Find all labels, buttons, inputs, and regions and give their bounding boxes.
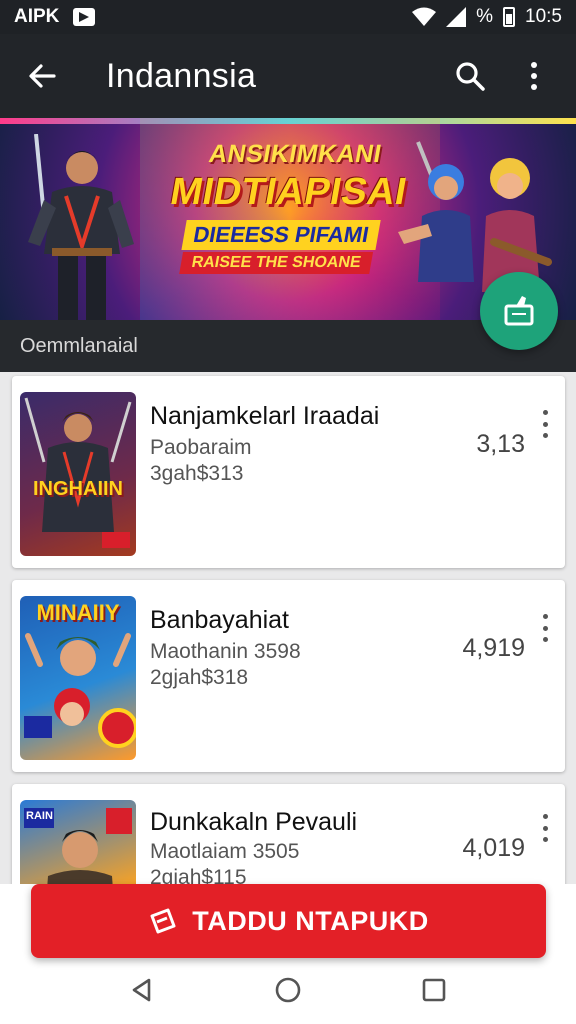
- thumbnail-art: [24, 397, 132, 548]
- banner-line-1: ANSIKIMKANI: [206, 140, 384, 168]
- banner-line-3: DIEEESS PIFAMI: [180, 220, 382, 250]
- more-dot-icon: [542, 825, 548, 831]
- more-dot-icon: [542, 837, 548, 842]
- game-score: 4,019: [462, 834, 525, 862]
- list-item[interactable]: RAIN Dunkakaln Pevauli Maotlaiam 3505 2g…: [12, 784, 565, 884]
- more-options-button[interactable]: [510, 52, 558, 100]
- banner-line-2: MIDTIAPISAI: [167, 171, 411, 213]
- search-icon: [456, 62, 485, 91]
- cta-label: TADDU NTAPUKD: [192, 905, 429, 936]
- list-item[interactable]: INGHAIIN Nanjamkelarl Iraadai Paobaraim …: [12, 376, 565, 568]
- app-bar: Indannsia: [0, 34, 576, 118]
- page-title: Indannsia: [106, 56, 257, 95]
- warrior-hero-illustration: [28, 134, 134, 320]
- game-title: Nanjamkelarl Iraadai: [150, 402, 380, 430]
- carrier-label: AIPK: [14, 6, 60, 27]
- search-button[interactable]: [446, 52, 494, 100]
- banner-caption: Oemmlanaial: [20, 334, 138, 357]
- primary-cta-button[interactable]: TADDU NTAPUKD: [31, 884, 546, 958]
- game-thumbnail: MINAIIY: [20, 596, 136, 760]
- more-dot-icon: [542, 614, 548, 619]
- item-more-button[interactable]: [537, 814, 553, 842]
- ticket-icon: [150, 908, 176, 934]
- game-list: INGHAIIN Nanjamkelarl Iraadai Paobaraim …: [0, 372, 576, 884]
- like-fab-button[interactable]: [480, 272, 558, 350]
- status-bar: AIPK % 10:5: [0, 0, 576, 34]
- game-subtitle: Maotlaiam 3505: [150, 840, 300, 863]
- banner-headline-group: ANSIKIMKANI MIDTIAPISAI DIEEESS PIFAMI R…: [142, 140, 430, 274]
- game-thumbnail: RAIN: [20, 800, 136, 884]
- app-actions: [446, 52, 558, 100]
- more-dot-icon: [542, 421, 548, 427]
- app-notification-icon: [73, 8, 96, 26]
- battery-icon: [503, 7, 516, 27]
- nav-recents-icon: [422, 978, 445, 1001]
- status-right: % 10:5: [412, 6, 562, 28]
- game-meta: 2gjah$115: [150, 866, 247, 884]
- percent-label: %: [476, 6, 494, 27]
- nav-back-button[interactable]: [129, 977, 155, 1008]
- thumbnail-label: INGHAIIN: [33, 478, 123, 500]
- item-more-button[interactable]: [537, 410, 553, 438]
- nav-home-icon: [275, 977, 301, 1002]
- wifi-icon: [412, 7, 437, 26]
- game-score: 4,919: [462, 634, 525, 662]
- banner-line-4: RAISEE THE SHOANE: [179, 252, 374, 274]
- back-button[interactable]: [18, 52, 66, 100]
- status-left: AIPK: [14, 6, 96, 28]
- nav-recents-button[interactable]: [421, 977, 447, 1008]
- thumbnail-label: RAIN: [26, 810, 53, 822]
- more-dot-icon: [542, 814, 548, 819]
- nav-home-button[interactable]: [274, 976, 302, 1009]
- thumbnail-label: MINAIIY: [36, 600, 120, 625]
- game-score: 3,13: [476, 430, 525, 458]
- game-subtitle: Paobaraim: [150, 436, 252, 459]
- more-dot-icon: [542, 637, 548, 642]
- more-dot-icon: [542, 410, 548, 415]
- game-title: Banbayahiat: [150, 606, 290, 634]
- more-dot-icon: [542, 433, 548, 438]
- list-item[interactable]: MINAIIY Banbayahiat Maothanin 3598 2gjah…: [12, 580, 565, 772]
- game-meta: 2gjah$318: [150, 666, 249, 689]
- more-dot-icon: [542, 625, 548, 631]
- like-icon: [504, 296, 534, 326]
- more-vert-icon: [531, 62, 537, 90]
- nav-back-icon: [133, 978, 151, 1001]
- game-thumbnail: INGHAIIN: [20, 392, 136, 556]
- system-nav-bar: [0, 960, 576, 1024]
- game-meta: 3gah$313: [150, 462, 244, 485]
- item-more-button[interactable]: [537, 614, 553, 642]
- arrow-back-icon: [29, 64, 56, 88]
- game-subtitle: Maothanin 3598: [150, 640, 301, 663]
- signal-icon: [446, 7, 467, 27]
- game-title: Dunkakaln Pevauli: [150, 808, 358, 836]
- clock-time: 10:5: [525, 6, 562, 27]
